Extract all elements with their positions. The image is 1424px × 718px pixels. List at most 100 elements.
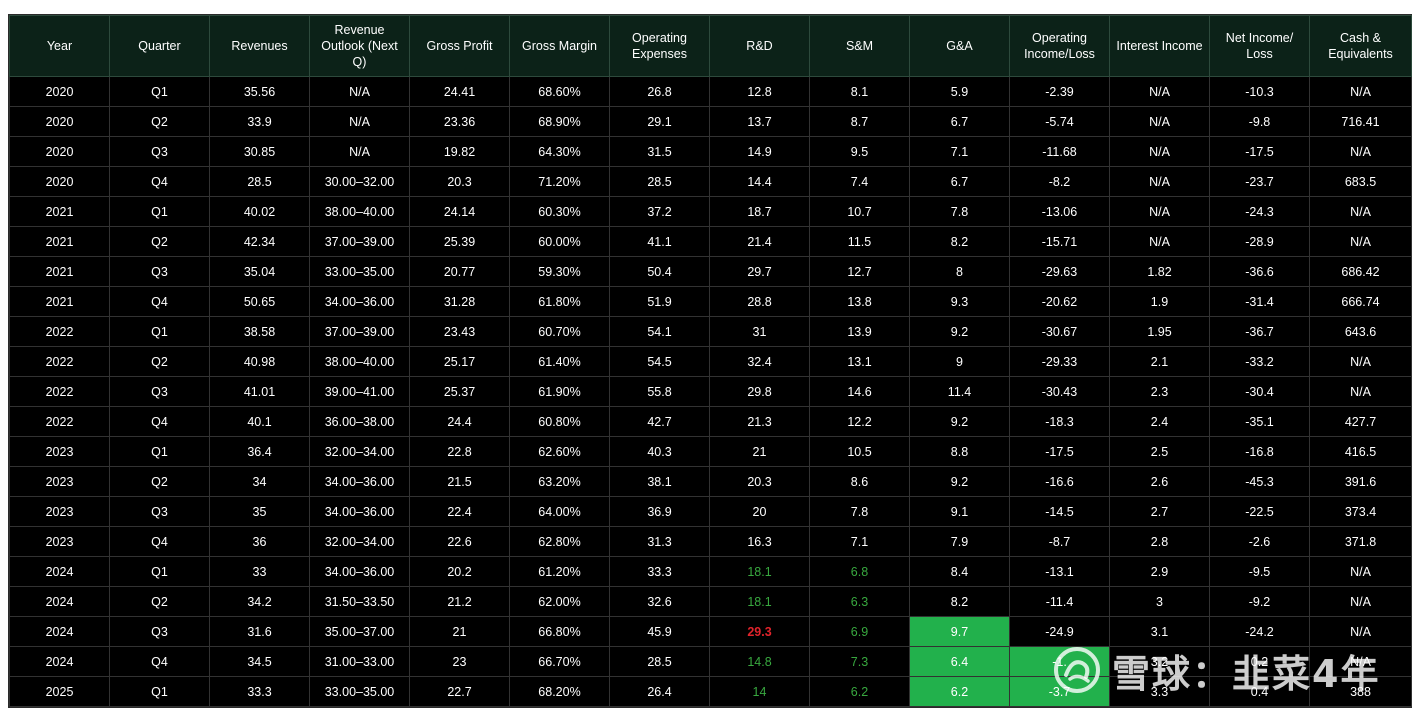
table-cell: -30.67 — [1009, 316, 1110, 347]
table-cell: 5.9 — [909, 76, 1010, 107]
table-cell: 11.5 — [809, 226, 910, 257]
table-cell: -29.33 — [1009, 346, 1110, 377]
table-cell: 36.00–38.00 — [309, 406, 410, 437]
table-cell: 42.7 — [609, 406, 710, 437]
table-cell: Q1 — [109, 556, 210, 587]
table-cell: 3.1 — [1109, 616, 1210, 647]
table-cell: 25.37 — [409, 376, 510, 407]
table-cell: 371.8 — [1309, 526, 1412, 557]
table-cell: 45.9 — [609, 616, 710, 647]
table-cell: 2.6 — [1109, 466, 1210, 497]
table-cell: 54.1 — [609, 316, 710, 347]
table-cell: 2022 — [9, 346, 110, 377]
table-cell: 33.00–35.00 — [309, 676, 410, 707]
table-cell: N/A — [1309, 346, 1412, 377]
table-cell: 54.5 — [609, 346, 710, 377]
table-cell: 20.3 — [709, 466, 810, 497]
table-cell: N/A — [1109, 106, 1210, 137]
table-cell: 2.8 — [1109, 526, 1210, 557]
table-cell: N/A — [1309, 76, 1412, 107]
table-cell: 61.90% — [509, 376, 610, 407]
table-cell: -45.3 — [1209, 466, 1310, 497]
table-cell: 23 — [409, 646, 510, 677]
table-cell: 29.1 — [609, 106, 710, 137]
column-header: Quarter — [109, 15, 210, 77]
table-cell: N/A — [1109, 166, 1210, 197]
table-cell: 59.30% — [509, 256, 610, 287]
table-cell: -33.2 — [1209, 346, 1310, 377]
table-cell: 35.04 — [209, 256, 310, 287]
table-cell: 7.8 — [809, 496, 910, 527]
table-cell: 22.8 — [409, 436, 510, 467]
table-cell: 22.6 — [409, 526, 510, 557]
table-cell: 24.4 — [409, 406, 510, 437]
table-cell: 2024 — [9, 616, 110, 647]
table-cell: 3.3 — [1109, 676, 1210, 707]
table-cell: 8.7 — [809, 106, 910, 137]
table-row: 2021 Q4 50.65 34.00–36.00 31.28 61.80% 51.9 28.… — [9, 286, 1412, 317]
table-cell: 2020 — [9, 76, 110, 107]
table-cell: -36.6 — [1209, 256, 1310, 287]
table-cell: 9.2 — [909, 316, 1010, 347]
table-cell: 22.7 — [409, 676, 510, 707]
table-cell: 29.8 — [709, 376, 810, 407]
table-cell: N/A — [1309, 376, 1412, 407]
table-cell: 24.14 — [409, 196, 510, 227]
table-cell: 36.4 — [209, 436, 310, 467]
table-cell: 28.5 — [209, 166, 310, 197]
table-cell: 13.7 — [709, 106, 810, 137]
table-cell: 32.4 — [709, 346, 810, 377]
table-cell: -22.5 — [1209, 496, 1310, 527]
table-cell: -28.9 — [1209, 226, 1310, 257]
table-row: 2025 Q1 33.3 33.00–35.00 22.7 68.20% 26.4 14 6.2… — [9, 676, 1412, 707]
table-cell: 2020 — [9, 166, 110, 197]
table-cell: 40.02 — [209, 196, 310, 227]
table-cell: 37.00–39.00 — [309, 316, 410, 347]
table-cell: Q4 — [109, 166, 210, 197]
table-cell: 0.2 — [1209, 646, 1310, 677]
table-cell: 31.00–33.00 — [309, 646, 410, 677]
table-cell: 34.00–36.00 — [309, 466, 410, 497]
table-cell: 14.6 — [809, 376, 910, 407]
table-cell: 6.3 — [809, 586, 910, 617]
table-cell: 9.3 — [909, 286, 1010, 317]
table-cell: Q2 — [109, 226, 210, 257]
table-cell: 2021 — [9, 226, 110, 257]
table-cell: 7.3 — [809, 646, 910, 677]
table-cell: 20.2 — [409, 556, 510, 587]
table-row: 2022 Q3 41.01 39.00–41.00 25.37 61.90% 55.8 29.… — [9, 376, 1412, 407]
table-cell: Q3 — [109, 616, 210, 647]
table-cell: N/A — [1309, 616, 1412, 647]
table-cell: 39.00–41.00 — [309, 376, 410, 407]
table-cell: 42.34 — [209, 226, 310, 257]
table-cell: -18.3 — [1009, 406, 1110, 437]
table-cell: 40.98 — [209, 346, 310, 377]
table-cell: 19.82 — [409, 136, 510, 167]
table-cell: 61.20% — [509, 556, 610, 587]
table-cell: 25.17 — [409, 346, 510, 377]
table-cell: 427.7 — [1309, 406, 1412, 437]
table-cell: -8.2 — [1009, 166, 1110, 197]
table-cell: 13.1 — [809, 346, 910, 377]
table-cell: 25.39 — [409, 226, 510, 257]
table-cell: -24.9 — [1009, 616, 1110, 647]
table-row: 2023 Q3 35 34.00–36.00 22.4 64.00% 36.9 20 7.8 9.… — [9, 496, 1412, 527]
table-cell: 18.1 — [709, 586, 810, 617]
table-cell: Q4 — [109, 646, 210, 677]
table-cell: 686.42 — [1309, 256, 1412, 287]
table-cell: 10.7 — [809, 196, 910, 227]
table-cell: 21.3 — [709, 406, 810, 437]
table-cell: -1. — [1009, 646, 1110, 677]
table-cell: 8.4 — [909, 556, 1010, 587]
table-cell: Q2 — [109, 346, 210, 377]
table-cell: -30.4 — [1209, 376, 1310, 407]
table-row: 2024 Q3 31.6 35.00–37.00 21 66.80% 45.9 29.3 6.9… — [9, 616, 1412, 647]
table-cell: -15.71 — [1009, 226, 1110, 257]
table-cell: 32.6 — [609, 586, 710, 617]
table-cell: -9.2 — [1209, 586, 1310, 617]
table-cell: 16.3 — [709, 526, 810, 557]
table-cell: 60.70% — [509, 316, 610, 347]
table-row: 2020 Q4 28.5 30.00–32.00 20.3 71.20% 28.5 14.4 7… — [9, 166, 1412, 197]
table-cell: 13.8 — [809, 286, 910, 317]
table-cell: 8.6 — [809, 466, 910, 497]
